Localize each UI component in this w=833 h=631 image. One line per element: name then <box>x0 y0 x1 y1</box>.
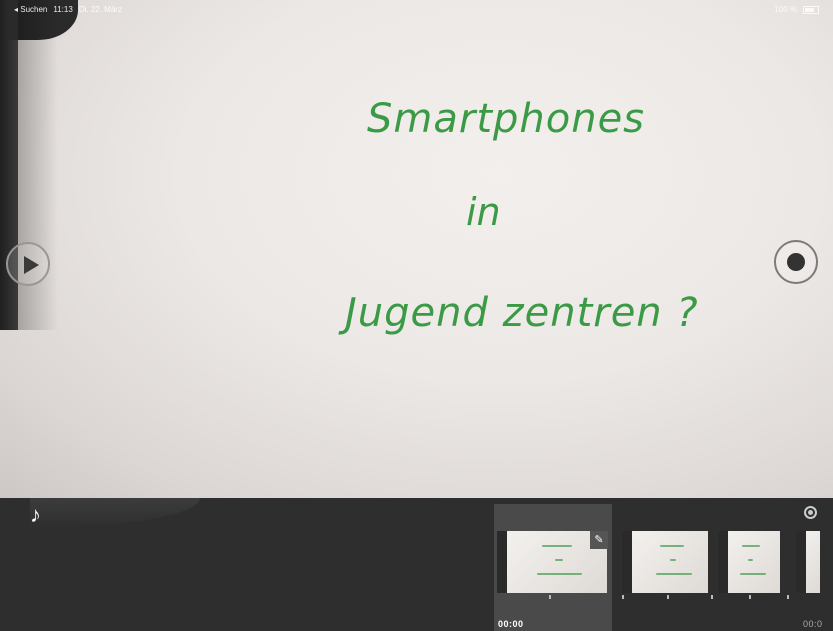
tick <box>787 595 789 599</box>
app-screen: ◂ Suchen 11:13 Di. 22. März 100 % Smartp… <box>0 0 833 631</box>
clip-scribble <box>740 573 766 575</box>
clip-scribble <box>656 573 692 575</box>
status-right: 100 % <box>774 5 819 14</box>
tick <box>622 595 624 599</box>
handwriting-line-1: Smartphones <box>367 96 646 142</box>
back-to-search-link[interactable]: ◂ Suchen <box>14 5 47 14</box>
status-left: ◂ Suchen 11:13 Di. 22. März <box>14 5 122 14</box>
battery-percent: 100 % <box>774 5 797 14</box>
timeline-ticks <box>497 595 827 605</box>
handwriting-line-2: in <box>466 190 501 234</box>
clip-thumbnail-3[interactable] <box>718 531 780 593</box>
tick <box>549 595 551 599</box>
status-time: 11:13 <box>53 5 73 14</box>
status-bar: ◂ Suchen 11:13 Di. 22. März 100 % <box>0 0 833 20</box>
record-button[interactable] <box>774 240 818 284</box>
battery-icon <box>803 5 819 14</box>
clip-scribble <box>555 559 563 561</box>
clip-thumbnail-2[interactable] <box>622 531 708 593</box>
timeline-start-time: 00:00 <box>498 619 524 629</box>
timeline-sheen <box>30 498 200 528</box>
clip-scribble <box>542 545 572 547</box>
clip-scribble <box>660 545 684 547</box>
tick <box>749 595 751 599</box>
status-date: Di. 22. März <box>78 5 122 14</box>
record-icon <box>787 253 805 271</box>
camera-viewer: ◂ Suchen 11:13 Di. 22. März 100 % Smartp… <box>0 0 833 498</box>
play-icon <box>24 256 39 274</box>
clip-thumbnail-4[interactable] <box>796 531 820 593</box>
handwriting-line-3: Jugend zentren ? <box>345 290 699 336</box>
edit-icon[interactable]: ✎ <box>590 531 608 549</box>
clip-scribble <box>537 573 582 575</box>
tick <box>711 595 713 599</box>
tick <box>667 595 669 599</box>
music-note-icon[interactable]: ♪ <box>30 504 41 526</box>
timeline-end-time: 00:0 <box>803 619 823 629</box>
clip-scribble <box>742 545 760 547</box>
play-button[interactable] <box>6 242 50 286</box>
clip-scribble <box>748 559 753 561</box>
timeline-panel: ♪ <box>0 498 833 631</box>
settings-icon[interactable] <box>804 506 817 519</box>
clip-scribble <box>670 559 676 561</box>
